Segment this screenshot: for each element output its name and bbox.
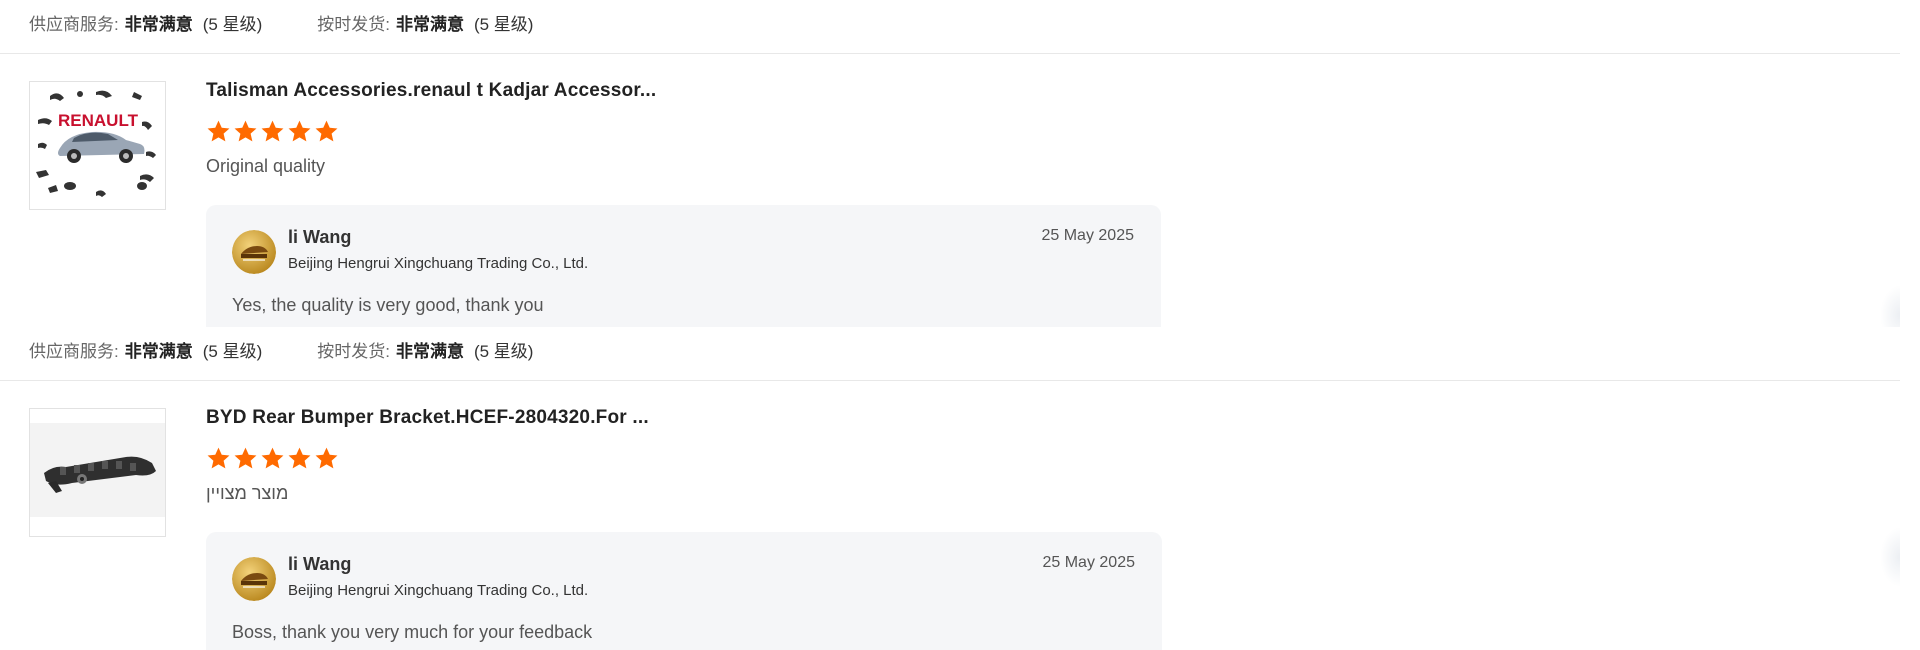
renault-accessories-image: RENAULT: [30, 82, 165, 209]
on-time-label: 按时发货:: [317, 341, 390, 361]
supplier-ratings: 供应商服务: 非常满意 (5 星级) 按时发货: 非常满意 (5 星级): [29, 336, 533, 362]
product-thumbnail[interactable]: [29, 408, 166, 537]
supplier-service-label: 供应商服务:: [29, 341, 119, 361]
bumper-bracket-image: [30, 409, 165, 536]
supplier-service-value: 非常满意: [124, 14, 193, 34]
reply-text: Boss, thank you very much for your feedb…: [232, 622, 593, 642]
reply-date: 25 May 2025: [1041, 227, 1134, 244]
star-rating: [206, 446, 339, 471]
divider: [0, 53, 1900, 54]
supplier-service-label: 供应商服务:: [29, 14, 119, 34]
supplier-reply: li Wang Beijing Hengrui Xingchuang Tradi…: [206, 532, 1162, 650]
on-time-level: (5 星级): [473, 341, 534, 361]
brand-text: RENAULT: [58, 111, 139, 130]
review-text: Original quality: [206, 156, 326, 176]
supplier-ratings: 供应商服务: 非常满意 (5 星级) 按时发货: 非常满意 (5 星级): [29, 9, 533, 35]
replier-name: li Wang: [288, 554, 352, 574]
replier-company: Beijing Hengrui Xingchuang Trading Co., …: [288, 255, 589, 272]
supplier-service-level: (5 星级): [202, 14, 263, 34]
replier-name: li Wang: [288, 227, 352, 247]
scroll-edge: [1880, 285, 1900, 327]
star-icon: [233, 119, 258, 144]
avatar: [232, 557, 276, 601]
review-card-2: 供应商服务: 非常满意 (5 星级) 按时发货: 非常满意 (5 星级) BYD…: [0, 327, 1900, 650]
star-icon: [206, 119, 231, 144]
company-logo-icon: [232, 230, 276, 274]
on-time-level: (5 星级): [473, 14, 534, 34]
product-title[interactable]: Talisman Accessories.renaul t Kadjar Acc…: [206, 80, 656, 102]
star-icon: [206, 446, 231, 471]
star-icon: [260, 119, 285, 144]
supplier-service-value: 非常满意: [124, 341, 193, 361]
on-time-value: 非常满意: [395, 341, 464, 361]
star-icon: [233, 446, 258, 471]
on-time-label: 按时发货:: [317, 14, 390, 34]
star-icon: [260, 446, 285, 471]
divider: [0, 380, 1900, 381]
reply-date: 25 May 2025: [1042, 554, 1135, 571]
supplier-service-level: (5 星级): [202, 341, 263, 361]
star-icon: [314, 446, 339, 471]
review-card-1: 供应商服务: 非常满意 (5 星级) 按时发货: 非常满意 (5 星级) REN…: [0, 0, 1900, 327]
avatar: [232, 230, 276, 274]
supplier-reply: li Wang Beijing Hengrui Xingchuang Tradi…: [206, 205, 1161, 327]
star-icon: [314, 119, 339, 144]
reply-text: Yes, the quality is very good, thank you: [232, 295, 544, 315]
product-title[interactable]: BYD Rear Bumper Bracket.HCEF-2804320.For…: [206, 407, 649, 429]
product-thumbnail[interactable]: RENAULT: [29, 81, 166, 210]
star-icon: [287, 446, 312, 471]
review-text: מוצר מצויין: [206, 483, 289, 503]
scroll-edge: [1880, 527, 1900, 587]
star-rating: [206, 119, 339, 144]
replier-company: Beijing Hengrui Xingchuang Trading Co., …: [288, 582, 589, 599]
star-icon: [287, 119, 312, 144]
on-time-value: 非常满意: [395, 14, 464, 34]
company-logo-icon: [232, 557, 276, 601]
